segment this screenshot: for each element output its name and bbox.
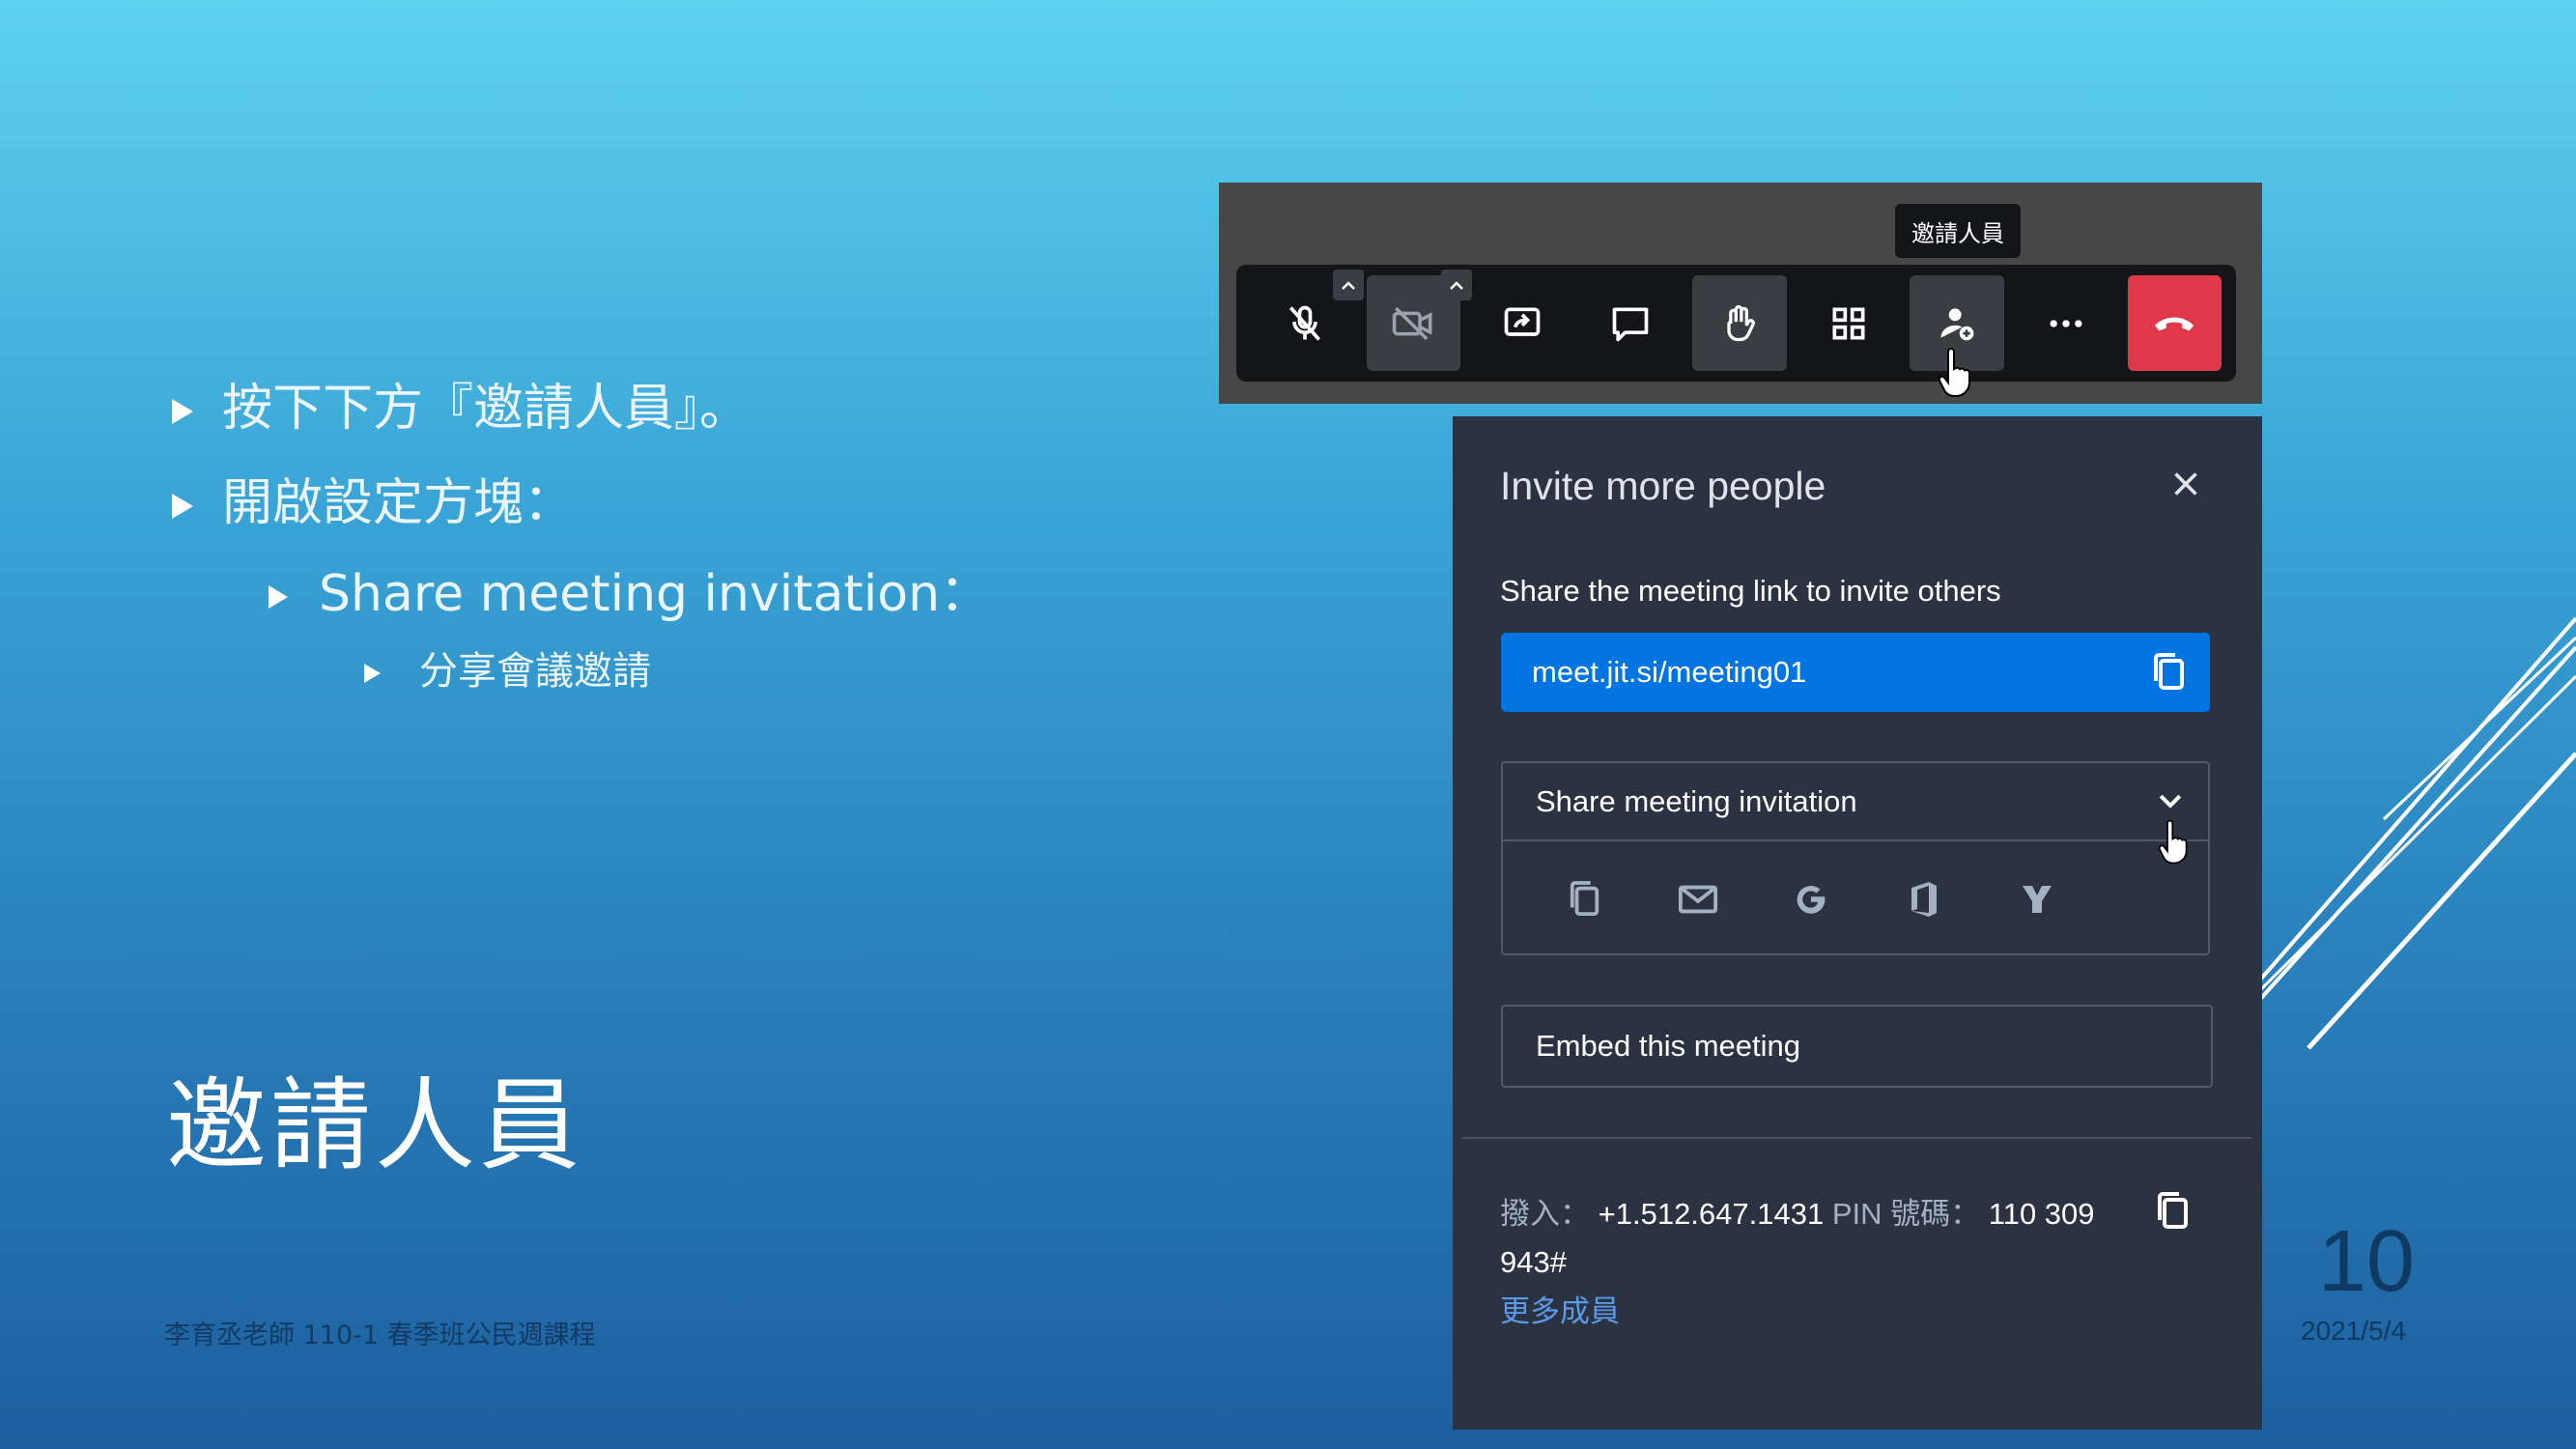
dialog-divider bbox=[1462, 1137, 2251, 1139]
share-invitation-label: Share meeting invitation bbox=[1536, 783, 1857, 818]
share-invitation-toggle[interactable]: Share meeting invitation bbox=[1503, 763, 2208, 841]
pin-value: 110 309 bbox=[1988, 1197, 2095, 1231]
decorative-lines bbox=[2253, 616, 2576, 1050]
camera-options-caret[interactable] bbox=[1441, 270, 1473, 300]
invite-tooltip: 邀請人員 bbox=[1895, 204, 2021, 258]
raise-hand-icon bbox=[1727, 304, 1755, 341]
more-numbers-link[interactable]: 更多成員 bbox=[1500, 1287, 1620, 1330]
slide-title: 邀請人員 bbox=[166, 1066, 584, 1184]
share-link-label: Share the meeting link to invite others bbox=[1500, 574, 2001, 608]
outlook-icon bbox=[1911, 882, 1937, 917]
bullet-triangle-icon bbox=[172, 494, 193, 519]
copy-invitation-button[interactable] bbox=[1556, 880, 1614, 919]
microphone-muted-icon bbox=[1288, 305, 1320, 341]
chevron-up-icon bbox=[1450, 281, 1464, 290]
more-icon bbox=[2050, 319, 2082, 327]
slide-date: 2021/5/4 bbox=[2301, 1316, 2406, 1346]
copy-icon[interactable] bbox=[2156, 1191, 2191, 1232]
chevron-down-icon bbox=[2159, 794, 2182, 809]
hand-cursor-icon bbox=[2159, 819, 2188, 865]
meeting-link-field[interactable]: meet.jit.si/meeting01 bbox=[1501, 633, 2210, 712]
dial-in-label: 撥入： bbox=[1500, 1197, 1590, 1231]
bullet-item: Share meeting invitation： bbox=[269, 553, 990, 625]
bullet-item: 分享會議邀請 bbox=[364, 639, 651, 696]
bullet-text: 按下下方『邀請人員』。 bbox=[222, 380, 750, 438]
pin-label: PIN 號碼： bbox=[1831, 1197, 1981, 1231]
chat-icon bbox=[1613, 307, 1649, 341]
camera-button[interactable] bbox=[1366, 270, 1473, 371]
bullet-item: 開啟設定方塊： bbox=[172, 462, 574, 534]
bullet-item: 按下下方『邀請人員』。 bbox=[172, 367, 750, 440]
slide-footer: 李育丞老師 110-1 春季班公民週課程 bbox=[164, 1321, 596, 1350]
google-invitation-button[interactable] bbox=[1782, 882, 1840, 917]
close-icon[interactable] bbox=[2171, 469, 2200, 498]
bullet-triangle-icon bbox=[364, 664, 381, 683]
tile-view-icon bbox=[1832, 307, 1865, 339]
pin-value-suffix: 943# bbox=[1500, 1245, 1567, 1279]
hangup-icon bbox=[2155, 317, 2194, 330]
copy-icon bbox=[1570, 881, 1599, 916]
bullet-triangle-icon bbox=[269, 585, 288, 609]
meeting-toolbar bbox=[1236, 265, 2236, 382]
bullet-triangle-icon bbox=[172, 399, 193, 424]
camera-off-icon bbox=[1393, 306, 1432, 340]
microphone-options-caret[interactable] bbox=[1332, 270, 1364, 300]
meeting-link-text: meet.jit.si/meeting01 bbox=[1532, 655, 1807, 689]
bullet-text: 開啟設定方塊： bbox=[222, 474, 575, 532]
dialog-title: Invite more people bbox=[1500, 464, 1826, 508]
dial-in-number: +1.512.647.1431 bbox=[1598, 1197, 1825, 1231]
page-number: 10 bbox=[2318, 1213, 2416, 1310]
email-icon bbox=[1678, 885, 1718, 914]
email-invitation-button[interactable] bbox=[1669, 884, 1727, 915]
hand-cursor-icon bbox=[1939, 348, 1970, 397]
tile-view-button[interactable] bbox=[1801, 275, 1896, 371]
more-actions-button[interactable] bbox=[2019, 275, 2113, 371]
share-screen-icon bbox=[1504, 307, 1541, 336]
yahoo-icon bbox=[2023, 886, 2052, 913]
chevron-up-icon bbox=[1341, 281, 1355, 290]
raise-hand-button[interactable] bbox=[1692, 275, 1787, 371]
google-icon bbox=[1797, 885, 1826, 914]
copy-icon[interactable] bbox=[2152, 652, 2187, 693]
share-invitation-panel: Share meeting invitation bbox=[1501, 761, 2210, 955]
outlook-invitation-button[interactable] bbox=[1895, 880, 1953, 919]
embed-label: Embed this meeting bbox=[1536, 1029, 1800, 1063]
chat-button[interactable] bbox=[1584, 275, 1679, 371]
share-options-row bbox=[1503, 843, 2208, 955]
hangup-button[interactable] bbox=[2127, 275, 2222, 371]
invite-people-icon bbox=[1940, 307, 1974, 340]
yahoo-invitation-button[interactable] bbox=[2008, 882, 2066, 917]
share-screen-button[interactable] bbox=[1475, 275, 1570, 371]
embed-meeting-button[interactable]: Embed this meeting bbox=[1501, 1005, 2213, 1088]
microphone-button[interactable] bbox=[1258, 270, 1364, 371]
bullet-text: 分享會議邀請 bbox=[419, 649, 651, 694]
bullet-text: Share meeting invitation： bbox=[319, 565, 991, 623]
dial-in-info: 撥入： +1.512.647.1431 PIN 號碼： 110 309 943# bbox=[1500, 1190, 2118, 1287]
